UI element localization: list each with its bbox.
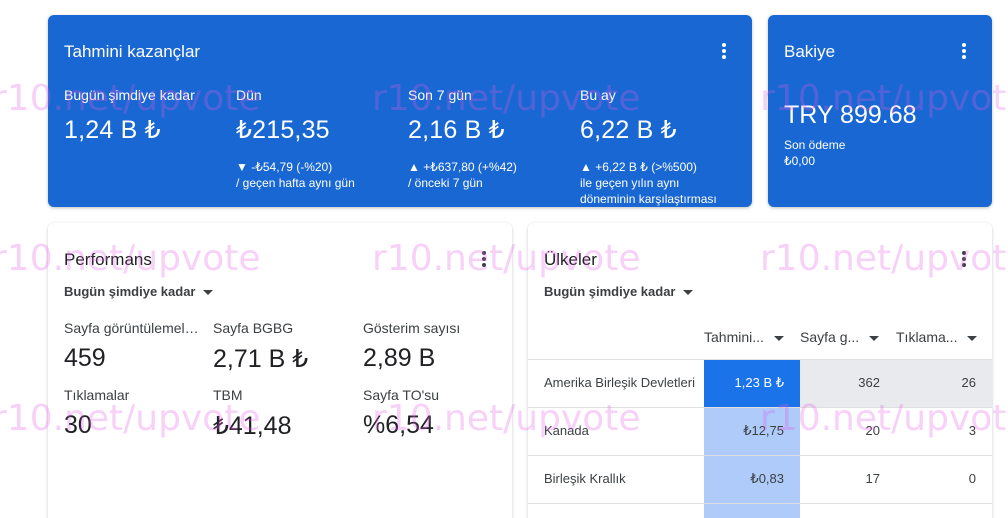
- row-divider: [528, 455, 992, 456]
- country-clicks: 0: [968, 471, 976, 486]
- metric-value: %6,54: [363, 411, 434, 439]
- country-earnings: 1,23 B ₺: [734, 375, 784, 390]
- balance-card: Bakiye TRY 899.68 Son ödeme ₺0,00: [768, 15, 992, 207]
- country-earnings: ₺0,83: [750, 471, 784, 486]
- metric-clicks: Tıklamalar 30: [64, 387, 199, 440]
- country-clicks: 3: [968, 423, 976, 438]
- earnings-today: Bugün şimdiye kadar 1,24 B ₺: [64, 87, 234, 145]
- earnings-this-month: Bu ay 6,22 B ₺ ▲ +6,22 B ₺ (>%500) ile g…: [580, 87, 750, 207]
- metric-pageviews: Sayfa görüntülemeleri 459: [64, 320, 199, 373]
- earnings-last7-label: Son 7 gün: [408, 87, 472, 103]
- metric-value: ₺41,48: [213, 412, 292, 440]
- countries-title: Ülkeler: [544, 250, 597, 269]
- metric-page-ctr: Sayfa TO'su %6,54: [363, 387, 498, 440]
- earnings-title: Tahmini kazançlar: [64, 42, 201, 61]
- earnings-month-change: ▲ +6,22 B ₺ (>%500): [580, 160, 697, 174]
- country-earnings: ₺12,75: [743, 423, 784, 438]
- earnings-today-label: Bugün şimdiye kadar: [64, 87, 195, 103]
- earnings-month-value: 6,22 B ₺: [580, 116, 677, 144]
- countries-range-label: Bugün şimdiye kadar: [544, 284, 676, 299]
- metric-value: 2,71 B ₺: [213, 345, 309, 373]
- metric-impressions: Gösterim sayısı 2,89 B: [363, 320, 498, 373]
- metric-label: TBM: [213, 387, 243, 403]
- header-pageviews[interactable]: Sayfa g...: [800, 329, 880, 345]
- metric-value: 2,89 B: [363, 344, 436, 372]
- earnings-today-value: 1,24 B ₺: [64, 116, 161, 144]
- countries-more-icon[interactable]: [954, 248, 974, 270]
- last-payment-label: Son ödeme: [784, 138, 846, 152]
- metric-label: Sayfa BGBG: [213, 320, 294, 336]
- metric-label: Sayfa görüntülemeleri: [64, 320, 199, 336]
- country-name[interactable]: Kanada: [544, 423, 704, 438]
- header-label: Tıklama...: [896, 329, 958, 345]
- sort-down-icon: [869, 335, 880, 341]
- earnings-yesterday: Dün ₺215,35 ▼ -₺54,79 (-%20) / geçen haf…: [236, 87, 406, 191]
- earnings-month-compare-2: döneminin karşılaştırması: [580, 192, 717, 206]
- sort-down-icon: [773, 335, 784, 341]
- estimated-earnings-card: Tahmini kazançlar Bugün şimdiye kadar 1,…: [48, 15, 752, 207]
- metric-page-rpm: Sayfa BGBG 2,71 B ₺: [213, 320, 348, 374]
- earnings-month-compare-1: ile geçen yılın aynı: [580, 176, 680, 190]
- metric-cpc: TBM ₺41,48: [213, 387, 348, 441]
- earnings-more-icon[interactable]: [714, 40, 734, 62]
- row-divider: [528, 503, 992, 504]
- earnings-yesterday-compare: / geçen hafta aynı gün: [236, 176, 355, 190]
- performance-range-dropdown[interactable]: Bugün şimdiye kadar: [64, 284, 214, 299]
- balance-more-icon[interactable]: [954, 40, 974, 62]
- earnings-last7-compare: / önceki 7 gün: [408, 176, 483, 190]
- chevron-down-icon: [683, 290, 694, 296]
- country-name[interactable]: Birleşik Krallık: [544, 471, 704, 486]
- earnings-yesterday-change: ▼ -₺54,79 (-%20): [236, 160, 333, 174]
- balance-value: TRY 899.68: [784, 101, 917, 129]
- metric-label: Sayfa TO'su: [363, 387, 440, 403]
- country-clicks: 26: [961, 375, 976, 390]
- metric-value: 459: [64, 344, 106, 372]
- country-pageviews: 17: [865, 471, 880, 486]
- earnings-last7-value: 2,16 B ₺: [408, 116, 505, 144]
- performance-more-icon[interactable]: [474, 248, 494, 270]
- header-clicks[interactable]: Tıklama...: [896, 329, 978, 345]
- row-divider: [528, 407, 992, 408]
- metric-label: Tıklamalar: [64, 387, 130, 403]
- earnings-last7-change: ▲ +₺637,80 (+%42): [408, 160, 517, 174]
- performance-card: Performans Bugün şimdiye kadar Sayfa gör…: [48, 223, 512, 518]
- country-pageviews: 362: [858, 375, 880, 390]
- chevron-down-icon: [203, 290, 214, 296]
- header-label: Tahmini...: [704, 329, 764, 345]
- balance-title: Bakiye: [784, 42, 836, 61]
- countries-range-dropdown[interactable]: Bugün şimdiye kadar: [544, 284, 694, 299]
- row-divider: [528, 359, 992, 360]
- earnings-yesterday-value: ₺215,35: [236, 116, 330, 144]
- earnings-yesterday-label: Dün: [236, 87, 262, 103]
- metric-value: 30: [64, 411, 92, 439]
- last-payment-value: ₺0,00: [784, 154, 815, 168]
- sort-down-icon: [967, 335, 978, 341]
- performance-title: Performans: [64, 250, 152, 269]
- earnings-month-label: Bu ay: [580, 87, 616, 103]
- country-name[interactable]: Amerika Birleşik Devletleri: [544, 375, 704, 390]
- metric-label: Gösterim sayısı: [363, 320, 461, 336]
- header-label: Sayfa g...: [800, 329, 860, 345]
- country-pageviews: 20: [865, 423, 880, 438]
- header-estimated-earnings[interactable]: Tahmini...: [704, 329, 784, 345]
- performance-range-label: Bugün şimdiye kadar: [64, 284, 196, 299]
- earnings-last7: Son 7 gün 2,16 B ₺ ▲ +₺637,80 (+%42) / ö…: [408, 87, 578, 191]
- countries-card: Ülkeler Bugün şimdiye kadar Tahmini... S…: [528, 223, 992, 518]
